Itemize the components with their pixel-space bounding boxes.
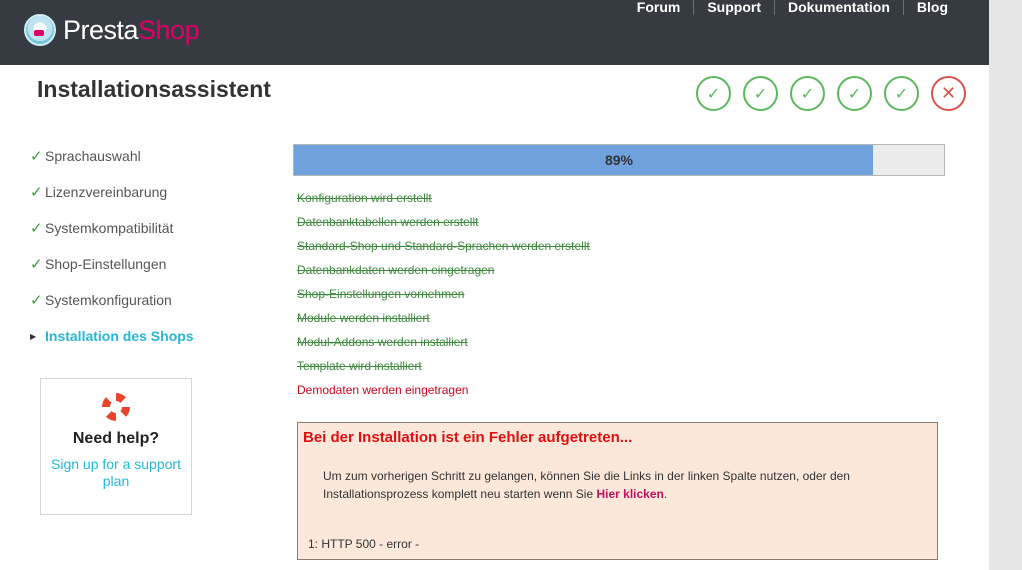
error-text-before: Um zum vorherigen Schritt zu gelangen, k…: [323, 469, 850, 501]
step-4-check-icon: ✓: [837, 76, 872, 111]
sidebar-item-label: Systemkompatibilität: [45, 220, 174, 236]
error-description: Um zum vorherigen Schritt zu gelangen, k…: [323, 467, 913, 503]
check-icon: ✓: [30, 256, 43, 273]
top-header: PrestaShop Forum Support Dokumentation B…: [0, 0, 989, 65]
help-box: Need help? Sign up for a support plan: [40, 378, 192, 515]
nav-link-support[interactable]: Support: [693, 0, 774, 15]
sidebar-steps: ✓ Sprachauswahl ✓ Lizenzvereinbarung ✓ S…: [30, 138, 250, 354]
task-item: Modul-Addons werden installiert: [297, 335, 468, 349]
task-item: Datenbankdaten werden eingetragen: [297, 263, 495, 277]
progress-label: 89%: [604, 152, 634, 168]
step-2-check-icon: ✓: [743, 76, 778, 111]
error-text-after: .: [663, 487, 668, 501]
sidebar-item-lizenzvereinbarung[interactable]: ✓ Lizenzvereinbarung: [30, 174, 250, 210]
sidebar-item-systemkompatibilitaet[interactable]: ✓ Systemkompatibilität: [30, 210, 250, 246]
sidebar-item-sprachauswahl[interactable]: ✓ Sprachauswahl: [30, 138, 250, 174]
sidebar-item-shop-einstellungen[interactable]: ✓ Shop-Einstellungen: [30, 246, 250, 282]
arrow-right-icon: ▶: [30, 331, 37, 341]
sidebar-item-label: Lizenzvereinbarung: [45, 184, 168, 200]
lifebuoy-icon: [102, 393, 130, 421]
logo-text-shop: Shop: [138, 14, 200, 45]
prestashop-logo[interactable]: PrestaShop: [24, 12, 200, 48]
sidebar-item-label: Systemkonfiguration: [45, 292, 172, 308]
logo-text-presta: Presta: [63, 14, 139, 45]
sidebar-item-label: Shop-Einstellungen: [45, 256, 167, 272]
error-code: 1: HTTP 500 - error -: [308, 537, 420, 551]
check-icon: ✓: [30, 148, 43, 165]
page-title: Installationsassistent: [37, 76, 271, 102]
task-list: Konfiguration wird erstellt Datenbanktab…: [297, 186, 590, 402]
nav-link-blog[interactable]: Blog: [902, 0, 961, 15]
task-item: Shop-Einstellungen vornehmen: [297, 287, 465, 301]
nav-link-dokumentation[interactable]: Dokumentation: [774, 0, 903, 15]
sidebar-item-systemkonfiguration[interactable]: ✓ Systemkonfiguration: [30, 282, 250, 318]
step-3-check-icon: ✓: [790, 76, 825, 111]
sidebar-item-installation: ▶ Installation des Shops: [30, 318, 250, 354]
task-item: Module werden installiert: [297, 311, 430, 325]
task-item: Datenbanktabellen werden erstellt: [297, 215, 479, 229]
step-5-check-icon: ✓: [884, 76, 919, 111]
nav-link-forum[interactable]: Forum: [624, 0, 694, 15]
install-progress-bar: 89%: [293, 144, 945, 176]
error-title: Bei der Installation ist ein Fehler aufg…: [303, 429, 633, 446]
task-item: Konfiguration wird erstellt: [297, 191, 432, 205]
help-title: Need help?: [72, 430, 160, 447]
sidebar-item-label: Sprachauswahl: [45, 148, 141, 164]
error-message-box: Bei der Installation ist ein Fehler aufg…: [297, 422, 938, 560]
top-nav: Forum Support Dokumentation Blog: [624, 0, 961, 15]
step-6-error-x-icon: ✕: [931, 76, 966, 111]
check-icon: ✓: [30, 292, 43, 309]
logo-puffin-icon: [24, 14, 56, 46]
check-icon: ✓: [30, 220, 43, 237]
sidebar-item-label: Installation des Shops: [45, 328, 194, 344]
restart-link[interactable]: Hier klicken: [596, 487, 663, 501]
task-item-failed: Demodaten werden eingetragen: [297, 383, 469, 397]
page-scrollbar[interactable]: [989, 0, 1022, 570]
task-item: Standard-Shop und Standard-Sprachen werd…: [297, 239, 590, 253]
step-1-check-icon: ✓: [696, 76, 731, 111]
step-indicator: ✓ ✓ ✓ ✓ ✓ ✕: [696, 76, 966, 111]
logo-text: PrestaShop: [63, 14, 200, 45]
support-plan-link[interactable]: Sign up for a support plan: [41, 456, 191, 490]
check-icon: ✓: [30, 184, 43, 201]
task-item: Template wird installiert: [297, 359, 422, 373]
